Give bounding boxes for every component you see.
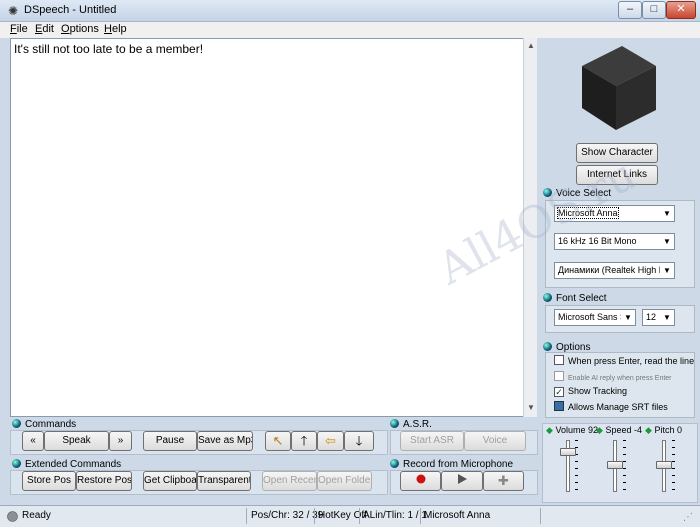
- minimize-button[interactable]: ‒: [618, 1, 642, 19]
- menu-options[interactable]: Options: [61, 23, 99, 35]
- status-separator: [540, 508, 541, 524]
- status-ready: Ready: [22, 510, 51, 521]
- checked-box-icon: [554, 401, 564, 411]
- crosshair-icon: ✚: [498, 473, 509, 488]
- status-position: Pos/Chr: 32 / 39: [251, 510, 324, 521]
- pitch-slider-thumb[interactable]: [656, 461, 672, 469]
- resize-grip-icon[interactable]: ⋰: [683, 512, 693, 523]
- arrow-up-icon[interactable]: 🡑: [291, 431, 317, 451]
- diamond-icon: ◆: [546, 425, 553, 435]
- pitch-ticks: [672, 440, 675, 492]
- play-button[interactable]: [441, 471, 483, 491]
- diamond-icon: ◆: [596, 425, 603, 435]
- section-dot-icon: [543, 188, 552, 197]
- chevron-down-icon: ▼: [660, 206, 674, 221]
- section-dot-icon: [390, 419, 399, 428]
- editor-scrollbar[interactable]: ▲ ▼: [523, 38, 537, 417]
- arrow-down-icon[interactable]: 🡓: [344, 431, 374, 451]
- status-separator: [314, 508, 315, 524]
- option-srt-files-checkbox[interactable]: Allows Manage SRT files: [554, 401, 668, 415]
- record-button[interactable]: [400, 471, 441, 491]
- menu-edit[interactable]: Edit: [35, 23, 54, 35]
- section-dot-icon: [390, 459, 399, 468]
- section-dot-icon: [543, 342, 552, 351]
- section-dot-icon: [12, 459, 21, 468]
- status-lines: ALin/Tlin: 1 / 1: [363, 510, 427, 521]
- checkmark-icon: ✓: [554, 387, 564, 397]
- audio-format-dropdown[interactable]: 16 kHz 16 Bit Mono ▼: [554, 233, 675, 250]
- window-title: DSpeech - Untitled: [24, 4, 117, 16]
- scroll-up-icon[interactable]: ▲: [524, 39, 538, 53]
- pitch-label: ◆ Pitch 0: [645, 425, 682, 435]
- status-bar: Ready Pos/Chr: 32 / 39 HotKey Off ALin/T…: [0, 505, 700, 527]
- font-dropdown[interactable]: Microsoft Sans Se ▼: [554, 309, 636, 326]
- status-separator: [359, 508, 360, 524]
- menu-help[interactable]: Help: [104, 23, 127, 35]
- asr-voice-button[interactable]: Voice: [464, 431, 526, 451]
- open-folder-button[interactable]: Open Folder: [317, 471, 372, 491]
- speed-slider-thumb[interactable]: [607, 461, 623, 469]
- chevron-down-icon: ▼: [621, 310, 635, 325]
- save-mp3-button[interactable]: Save as Mp3: [197, 431, 253, 451]
- store-pos-button[interactable]: Store Pos: [22, 471, 76, 491]
- chevron-down-icon: ▼: [660, 263, 674, 278]
- restore-pos-button[interactable]: Restore Pos: [76, 471, 132, 491]
- open-recent-button[interactable]: Open Recent: [262, 471, 317, 491]
- speed-label: ◆ Speed -4: [596, 425, 642, 435]
- close-button[interactable]: ✕: [666, 1, 696, 19]
- record-icon: [416, 474, 425, 484]
- chevron-down-icon: ▼: [660, 310, 674, 325]
- status-separator: [246, 508, 247, 524]
- option-show-tracking-checkbox[interactable]: ✓ Show Tracking: [554, 385, 627, 399]
- chevron-down-icon: ▼: [660, 234, 674, 249]
- option-read-line-checkbox[interactable]: When press Enter, read the line: [554, 355, 694, 369]
- font-size-dropdown[interactable]: 12 ▼: [642, 309, 675, 326]
- transparent-button[interactable]: Transparent: [197, 471, 251, 491]
- volume-label: ◆ Volume 92: [546, 425, 598, 435]
- app-icon: ✺: [7, 4, 19, 18]
- arrow-left-icon[interactable]: ⇦: [317, 431, 344, 451]
- voice-select-heading: Voice Select: [543, 187, 611, 201]
- volume-slider-thumb[interactable]: [560, 448, 576, 456]
- status-voice: Microsoft Anna: [424, 510, 491, 521]
- editor-text: It's still not too late to be a member!: [14, 42, 204, 56]
- scroll-down-icon[interactable]: ▼: [524, 401, 538, 415]
- cross-button[interactable]: ✚: [483, 471, 524, 491]
- title-bar: ✺ DSpeech - Untitled ‒ □ ✕: [0, 0, 700, 22]
- menu-bar: File Edit Options Help: [0, 22, 700, 38]
- arrow-up-left-icon[interactable]: ↖: [265, 431, 291, 451]
- output-device-dropdown[interactable]: Динамики (Realtek High De ▼: [554, 262, 675, 279]
- font-select-heading: Font Select: [543, 292, 607, 306]
- show-character-button[interactable]: Show Character: [576, 143, 658, 163]
- next-button[interactable]: »: [109, 431, 132, 451]
- speed-ticks: [623, 440, 626, 492]
- maximize-button[interactable]: □: [642, 1, 666, 19]
- previous-button[interactable]: «: [22, 431, 44, 451]
- speak-button[interactable]: Speak: [44, 431, 109, 451]
- get-clipboard-button[interactable]: Get Clipboard: [143, 471, 197, 491]
- character-cube-icon: [582, 46, 656, 130]
- start-asr-button[interactable]: Start ASR: [400, 431, 464, 451]
- section-dot-icon: [543, 293, 552, 302]
- internet-links-button[interactable]: Internet Links: [576, 165, 658, 185]
- text-editor[interactable]: It's still not too late to be a member!: [10, 38, 537, 417]
- voice-dropdown[interactable]: Microsoft Anna ▼: [554, 205, 675, 222]
- play-icon: [458, 474, 467, 484]
- menu-file[interactable]: File: [10, 23, 28, 35]
- option-ai-reply-checkbox[interactable]: Enable AI reply when press Enter: [554, 371, 672, 385]
- diamond-icon: ◆: [645, 425, 652, 435]
- pause-button[interactable]: Pause: [143, 431, 197, 451]
- status-ready-icon: [7, 511, 18, 522]
- status-separator: [420, 508, 421, 524]
- section-dot-icon: [12, 419, 21, 428]
